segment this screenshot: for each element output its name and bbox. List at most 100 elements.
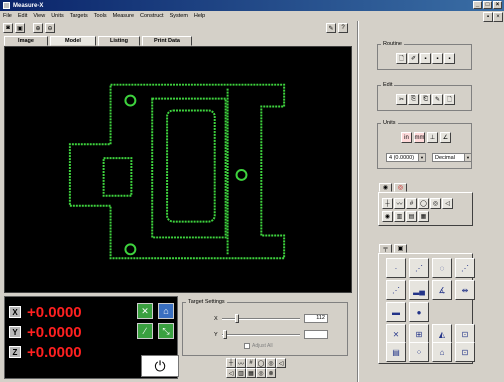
grid-tool-icon[interactable]: #: [246, 358, 256, 368]
grid-target-icon[interactable]: #: [406, 198, 417, 209]
arrow-tool-icon[interactable]: ◁: [226, 368, 236, 378]
menu-help[interactable]: Help: [194, 13, 205, 19]
ellipse-icon[interactable]: ●: [409, 302, 429, 322]
menu-measure[interactable]: Measure: [113, 13, 134, 19]
x-slider[interactable]: [222, 313, 300, 323]
edge-tool-icon[interactable]: 〰: [236, 358, 246, 368]
point-icon[interactable]: ·: [386, 258, 406, 278]
x-slider-thumb[interactable]: [235, 313, 240, 323]
tab-listing[interactable]: Listing: [98, 36, 140, 46]
polar-icon[interactable]: ∠: [440, 132, 451, 143]
tab-targets[interactable]: ◎: [394, 183, 407, 192]
menu-view[interactable]: View: [33, 13, 45, 19]
menu-edit[interactable]: Edit: [18, 13, 27, 19]
tab-image[interactable]: Image: [4, 36, 48, 46]
circle-icon[interactable]: ◌: [432, 258, 452, 278]
tab-model[interactable]: Model: [50, 36, 96, 46]
slot-icon[interactable]: ▬: [386, 302, 406, 322]
plane-icon[interactable]: ◭: [432, 324, 452, 344]
width-icon[interactable]: ⇹: [455, 280, 475, 300]
help-icon[interactable]: ?: [338, 23, 348, 33]
menu-system[interactable]: System: [170, 13, 188, 19]
y-slider-thumb[interactable]: [223, 329, 228, 339]
pattern-tool-icon[interactable]: ▦: [246, 368, 256, 378]
print-routine-icon[interactable]: ▪: [444, 53, 455, 64]
bars-tool-icon[interactable]: ▥: [236, 368, 246, 378]
zero-icon[interactable]: ∕: [137, 323, 153, 339]
profile-icon[interactable]: ⌂: [432, 342, 452, 362]
new-routine-icon[interactable]: 🗋: [396, 53, 407, 64]
precision-select[interactable]: 4 (0.0000) ▼: [386, 153, 426, 162]
power-icon[interactable]: ⏻: [141, 355, 179, 377]
arc-icon[interactable]: ⋰: [455, 258, 475, 278]
histogram-icon[interactable]: ▂▄: [409, 280, 429, 300]
model-canvas[interactable]: [4, 46, 352, 293]
arrow-target-icon[interactable]: ◁: [442, 198, 453, 209]
home-icon[interactable]: ⌂: [158, 303, 174, 319]
pattern-target-icon[interactable]: ▦: [418, 211, 429, 222]
mm-unit-icon[interactable]: mm: [414, 132, 425, 143]
menu-file[interactable]: File: [3, 13, 12, 19]
cartesian-icon[interactable]: ⊥: [427, 132, 438, 143]
report-icon[interactable]: ▤: [386, 342, 406, 362]
adjust-all-checkbox[interactable]: [244, 343, 250, 349]
circle-target-icon[interactable]: ◯: [418, 198, 429, 209]
stack-target-icon[interactable]: ▤: [406, 211, 417, 222]
intersection-icon[interactable]: ⨯: [386, 324, 406, 344]
open-routine-icon[interactable]: ✐: [408, 53, 419, 64]
crosshair-target-icon[interactable]: ┼: [382, 198, 393, 209]
y-slider[interactable]: [222, 329, 300, 339]
panel-close-icon[interactable]: ×: [493, 12, 503, 22]
crosshair-tool-icon[interactable]: ┼: [226, 358, 236, 368]
close-button[interactable]: ×: [493, 1, 502, 9]
filled-circle-target-icon[interactable]: ◉: [382, 211, 393, 222]
grid-pattern-icon[interactable]: ⊞: [409, 324, 429, 344]
delete-icon[interactable]: 🗋: [444, 94, 455, 105]
format-select[interactable]: Decimal ▼: [432, 153, 472, 162]
edge-target-icon[interactable]: 〰: [394, 198, 405, 209]
distance-icon[interactable]: ⋰: [386, 280, 406, 300]
reset-icon[interactable]: ⤡: [158, 323, 174, 339]
target-tool-icon[interactable]: ◎: [256, 368, 266, 378]
inch-unit-icon[interactable]: in: [401, 132, 412, 143]
maximize-button[interactable]: □: [483, 1, 492, 9]
tab-construct[interactable]: ▣: [394, 244, 407, 253]
settings-icon[interactable]: ✎: [326, 23, 336, 33]
minimize-button[interactable]: _: [473, 1, 482, 9]
zoom-out-icon[interactable]: ⊖: [45, 23, 55, 33]
z-axis-button[interactable]: Z: [9, 346, 21, 358]
circle-tool-icon[interactable]: ◯: [256, 358, 266, 368]
menu-units[interactable]: Units: [51, 13, 64, 19]
save-as-routine-icon[interactable]: ▪: [432, 53, 443, 64]
menu-construct[interactable]: Construct: [140, 13, 164, 19]
ring-tool-icon[interactable]: ◎: [266, 358, 276, 368]
tab-print-data[interactable]: Print Data: [142, 36, 192, 46]
angle-icon[interactable]: ∡: [432, 280, 452, 300]
camera-icon[interactable]: ◙: [3, 23, 13, 33]
menu-targets[interactable]: Targets: [70, 13, 88, 19]
menu-tools[interactable]: Tools: [94, 13, 107, 19]
zoom-in-icon[interactable]: ⊕: [33, 23, 43, 33]
datum-icon[interactable]: ⊡: [455, 324, 475, 344]
pin-icon[interactable]: ▪: [483, 12, 493, 22]
paste-icon[interactable]: ⎗: [420, 94, 431, 105]
copy-icon[interactable]: ⎘: [408, 94, 419, 105]
tab-measure[interactable]: ╤: [379, 244, 392, 253]
save-routine-icon[interactable]: ▪: [420, 53, 431, 64]
ring-target-icon[interactable]: ◎: [430, 198, 441, 209]
line-icon[interactable]: ⋰: [409, 258, 429, 278]
x-value-field[interactable]: 112: [304, 314, 328, 323]
bars-target-icon[interactable]: ▥: [394, 211, 405, 222]
y-value-field[interactable]: [304, 330, 328, 339]
cancel-tool-icon[interactable]: ⊗: [266, 368, 276, 378]
scatter-icon[interactable]: ⁘: [409, 342, 429, 362]
y-axis-button[interactable]: Y: [9, 326, 21, 338]
output-icon[interactable]: ⊡: [455, 342, 475, 362]
crosshair-icon[interactable]: ✕: [137, 303, 153, 319]
tab-lighting[interactable]: ◉: [379, 183, 392, 192]
x-axis-button[interactable]: X: [9, 306, 21, 318]
cut-icon[interactable]: ✂: [396, 94, 407, 105]
edit-step-icon[interactable]: ✎: [432, 94, 443, 105]
arrow-left-icon[interactable]: ◁: [276, 358, 286, 368]
capture-icon[interactable]: ▣: [15, 23, 25, 33]
